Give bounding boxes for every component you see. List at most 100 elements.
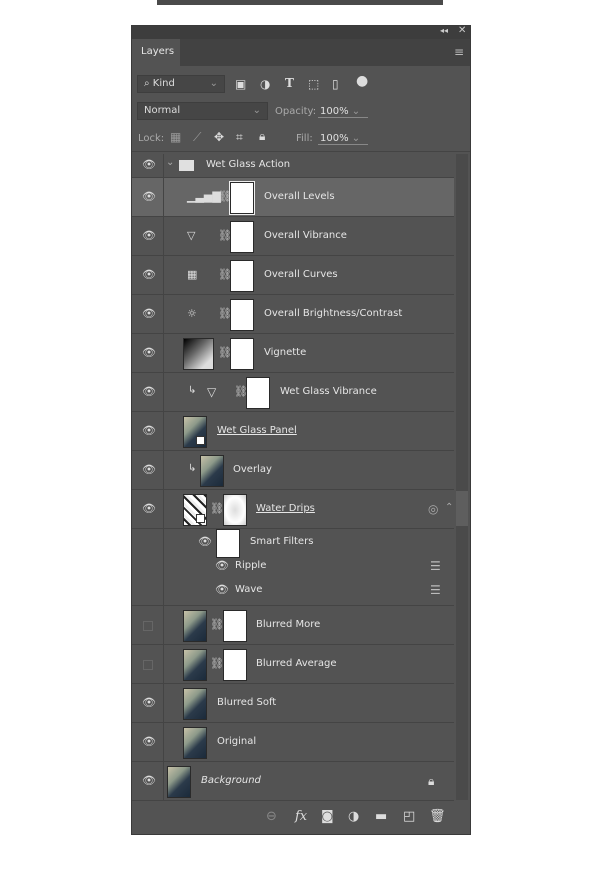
filter-mask-thumbnail[interactable] (216, 529, 240, 558)
lock-artboard-icon[interactable]: ⌗ (236, 130, 243, 145)
layer-mask-thumbnail[interactable] (223, 493, 247, 526)
layer-thumbnail[interactable] (183, 648, 207, 681)
new-group-folder-icon[interactable]: ▬ (375, 809, 387, 824)
layer-mask-thumbnail[interactable] (230, 220, 254, 253)
smart-filter-blend-icon[interactable]: ◎ (428, 502, 438, 516)
lock-position-move-icon[interactable]: ✥ (214, 130, 224, 144)
new-adjustment-icon[interactable]: ◑ (348, 809, 359, 824)
layer-name[interactable]: Wet Glass Panel (217, 425, 297, 436)
visibility-eye-icon[interactable]: 👁︎ (142, 346, 156, 360)
new-layer-icon[interactable]: ◰ (403, 809, 415, 824)
layer-name[interactable]: Wet Glass Vibrance (280, 386, 377, 397)
fx-icon[interactable]: fx (295, 809, 307, 824)
shape-filter-icon[interactable]: ⬚ (308, 77, 319, 91)
layer-name[interactable]: Water Drips (256, 503, 315, 514)
add-mask-icon[interactable]: ◙ (321, 809, 334, 824)
layer-thumbnail[interactable] (183, 726, 207, 759)
visibility-eye-icon[interactable]: 👁︎ (142, 774, 156, 788)
layer-row[interactable]: 👁︎ Background 🔒︎ (132, 762, 454, 801)
layer-name[interactable]: Smart Filters (250, 536, 313, 547)
type-filter-icon[interactable]: T (285, 76, 294, 90)
visibility-eye-icon[interactable]: 👁︎ (215, 583, 229, 597)
layer-name[interactable]: Blurred Soft (217, 697, 276, 708)
gradient-fill-thumbnail[interactable] (183, 337, 214, 370)
visibility-eye-icon[interactable]: 👁︎ (142, 385, 156, 399)
scrollbar-thumb[interactable] (456, 491, 468, 526)
chevron-down-icon[interactable]: ⌄ (166, 157, 174, 168)
layer-row[interactable]: 👁︎ ☼ ⛓︎ Overall Brightness/Contrast (132, 295, 454, 334)
layer-name[interactable]: Overlay (233, 464, 272, 475)
vibrance-adjustment-icon[interactable]: ▽ (207, 385, 216, 399)
layer-name[interactable]: Vignette (264, 347, 306, 358)
layer-row[interactable]: 👁︎ Original (132, 723, 454, 762)
layer-mask-thumbnail[interactable] (230, 259, 254, 292)
layer-row[interactable]: 👁︎ ↳ Overlay (132, 451, 454, 490)
layer-thumbnail[interactable] (183, 609, 207, 642)
visibility-toggle-empty[interactable] (143, 620, 153, 631)
layer-name[interactable]: Blurred More (256, 619, 320, 630)
chain-link-icon[interactable]: ⛓︎ (210, 618, 224, 631)
layer-row[interactable]: ⛓︎ Blurred Average (132, 645, 454, 684)
fill-input[interactable]: 100% ⌄ (318, 133, 368, 145)
layer-row[interactable]: 👁︎ ⌄ Wet Glass Action (132, 154, 454, 178)
layer-mask-thumbnail[interactable] (223, 648, 247, 681)
layer-row[interactable]: 👁︎ ⛓︎ Water Drips ◎ ⌃ (132, 490, 454, 529)
visibility-eye-icon[interactable]: 👁︎ (142, 190, 156, 204)
layer-row[interactable]: ⛓︎ Blurred More (132, 606, 454, 645)
lock-pixels-brush-icon[interactable]: ⟋ (193, 130, 201, 145)
opacity-input[interactable]: 100% ⌄ (318, 106, 368, 118)
layer-name[interactable]: Overall Curves (264, 269, 338, 280)
visibility-eye-icon[interactable]: 👁︎ (142, 268, 156, 282)
layer-row[interactable]: 👁︎ ⛓︎ Vignette (132, 334, 454, 373)
filter-toggle-icon[interactable]: ● (356, 73, 368, 89)
levels-adjustment-icon[interactable]: ▁▃▅▇ (187, 190, 221, 203)
visibility-eye-icon[interactable]: 👁︎ (142, 158, 156, 172)
collapse-effects-chevron-icon[interactable]: ⌃ (445, 502, 453, 513)
layer-row[interactable]: 👁︎ Wave ☰ (132, 576, 454, 606)
layer-row[interactable]: 👁︎ Smart Filters (132, 529, 454, 558)
brightness-adjustment-icon[interactable]: ☼ (187, 307, 197, 320)
layer-name[interactable]: Wet Glass Action (206, 159, 290, 170)
layer-mask-thumbnail[interactable] (230, 337, 254, 370)
layer-name[interactable]: Blurred Average (256, 658, 337, 669)
visibility-eye-icon[interactable]: 👁︎ (142, 307, 156, 321)
visibility-eye-icon[interactable]: 👁︎ (198, 535, 212, 549)
layer-row[interactable]: 👁︎ Wet Glass Panel (132, 412, 454, 451)
panel-menu-icon[interactable]: ≡ (454, 45, 464, 59)
visibility-eye-icon[interactable]: 👁︎ (142, 696, 156, 710)
collapse-icon[interactable]: ◂◂ (440, 26, 448, 35)
layer-row[interactable]: 👁︎ ▦ ⛓︎ Overall Curves (132, 256, 454, 295)
layer-mask-thumbnail[interactable] (230, 298, 254, 331)
delete-trash-icon[interactable]: 🗑︎ (429, 809, 446, 824)
visibility-eye-icon[interactable]: 👁︎ (142, 502, 156, 516)
filter-kind-select[interactable]: ⌕ Kind ⌄ (137, 75, 225, 93)
layer-row[interactable]: 👁︎ Blurred Soft (132, 684, 454, 723)
vibrance-adjustment-icon[interactable]: ▽ (187, 229, 195, 242)
layer-row[interactable]: 👁︎ ↳ ▽ ⛓︎ Wet Glass Vibrance (132, 373, 454, 412)
adjustment-filter-icon[interactable]: ◑ (260, 77, 270, 91)
layer-mask-thumbnail[interactable] (246, 376, 270, 409)
lock-all-icon[interactable]: 🔒︎ (259, 129, 265, 144)
blend-mode-select[interactable]: Normal ⌄ (137, 102, 268, 120)
layer-row[interactable]: 👁︎ ▽ ⛓︎ Overall Vibrance (132, 217, 454, 256)
close-icon[interactable]: ✕ (458, 25, 466, 36)
layer-row[interactable]: 👁︎ ▁▃▅▇ ⛓︎ Overall Levels (132, 178, 454, 217)
visibility-eye-icon[interactable]: 👁︎ (142, 735, 156, 749)
layer-thumbnail[interactable] (183, 687, 207, 720)
layer-name[interactable]: Wave (235, 584, 262, 595)
smart-object-filter-icon[interactable]: ▯ (332, 77, 339, 91)
layer-row[interactable]: 👁︎ Ripple ☰ (132, 557, 454, 576)
visibility-eye-icon[interactable]: 👁︎ (142, 424, 156, 438)
layer-name[interactable]: Overall Brightness/Contrast (264, 308, 402, 319)
visibility-eye-icon[interactable]: 👁︎ (142, 229, 156, 243)
curves-adjustment-icon[interactable]: ▦ (187, 268, 197, 281)
link-layers-icon[interactable]: ⊖ (266, 809, 277, 824)
layer-thumbnail[interactable] (167, 765, 191, 798)
visibility-toggle-empty[interactable] (143, 659, 153, 670)
tab-layers[interactable]: Layers (132, 39, 180, 66)
visibility-eye-icon[interactable]: 👁︎ (142, 463, 156, 477)
lock-transparent-icon[interactable]: ▦ (170, 130, 181, 144)
visibility-eye-icon[interactable]: 👁︎ (215, 559, 229, 573)
image-filter-icon[interactable]: ▣ (235, 77, 246, 91)
layer-mask-thumbnail[interactable] (229, 180, 255, 215)
